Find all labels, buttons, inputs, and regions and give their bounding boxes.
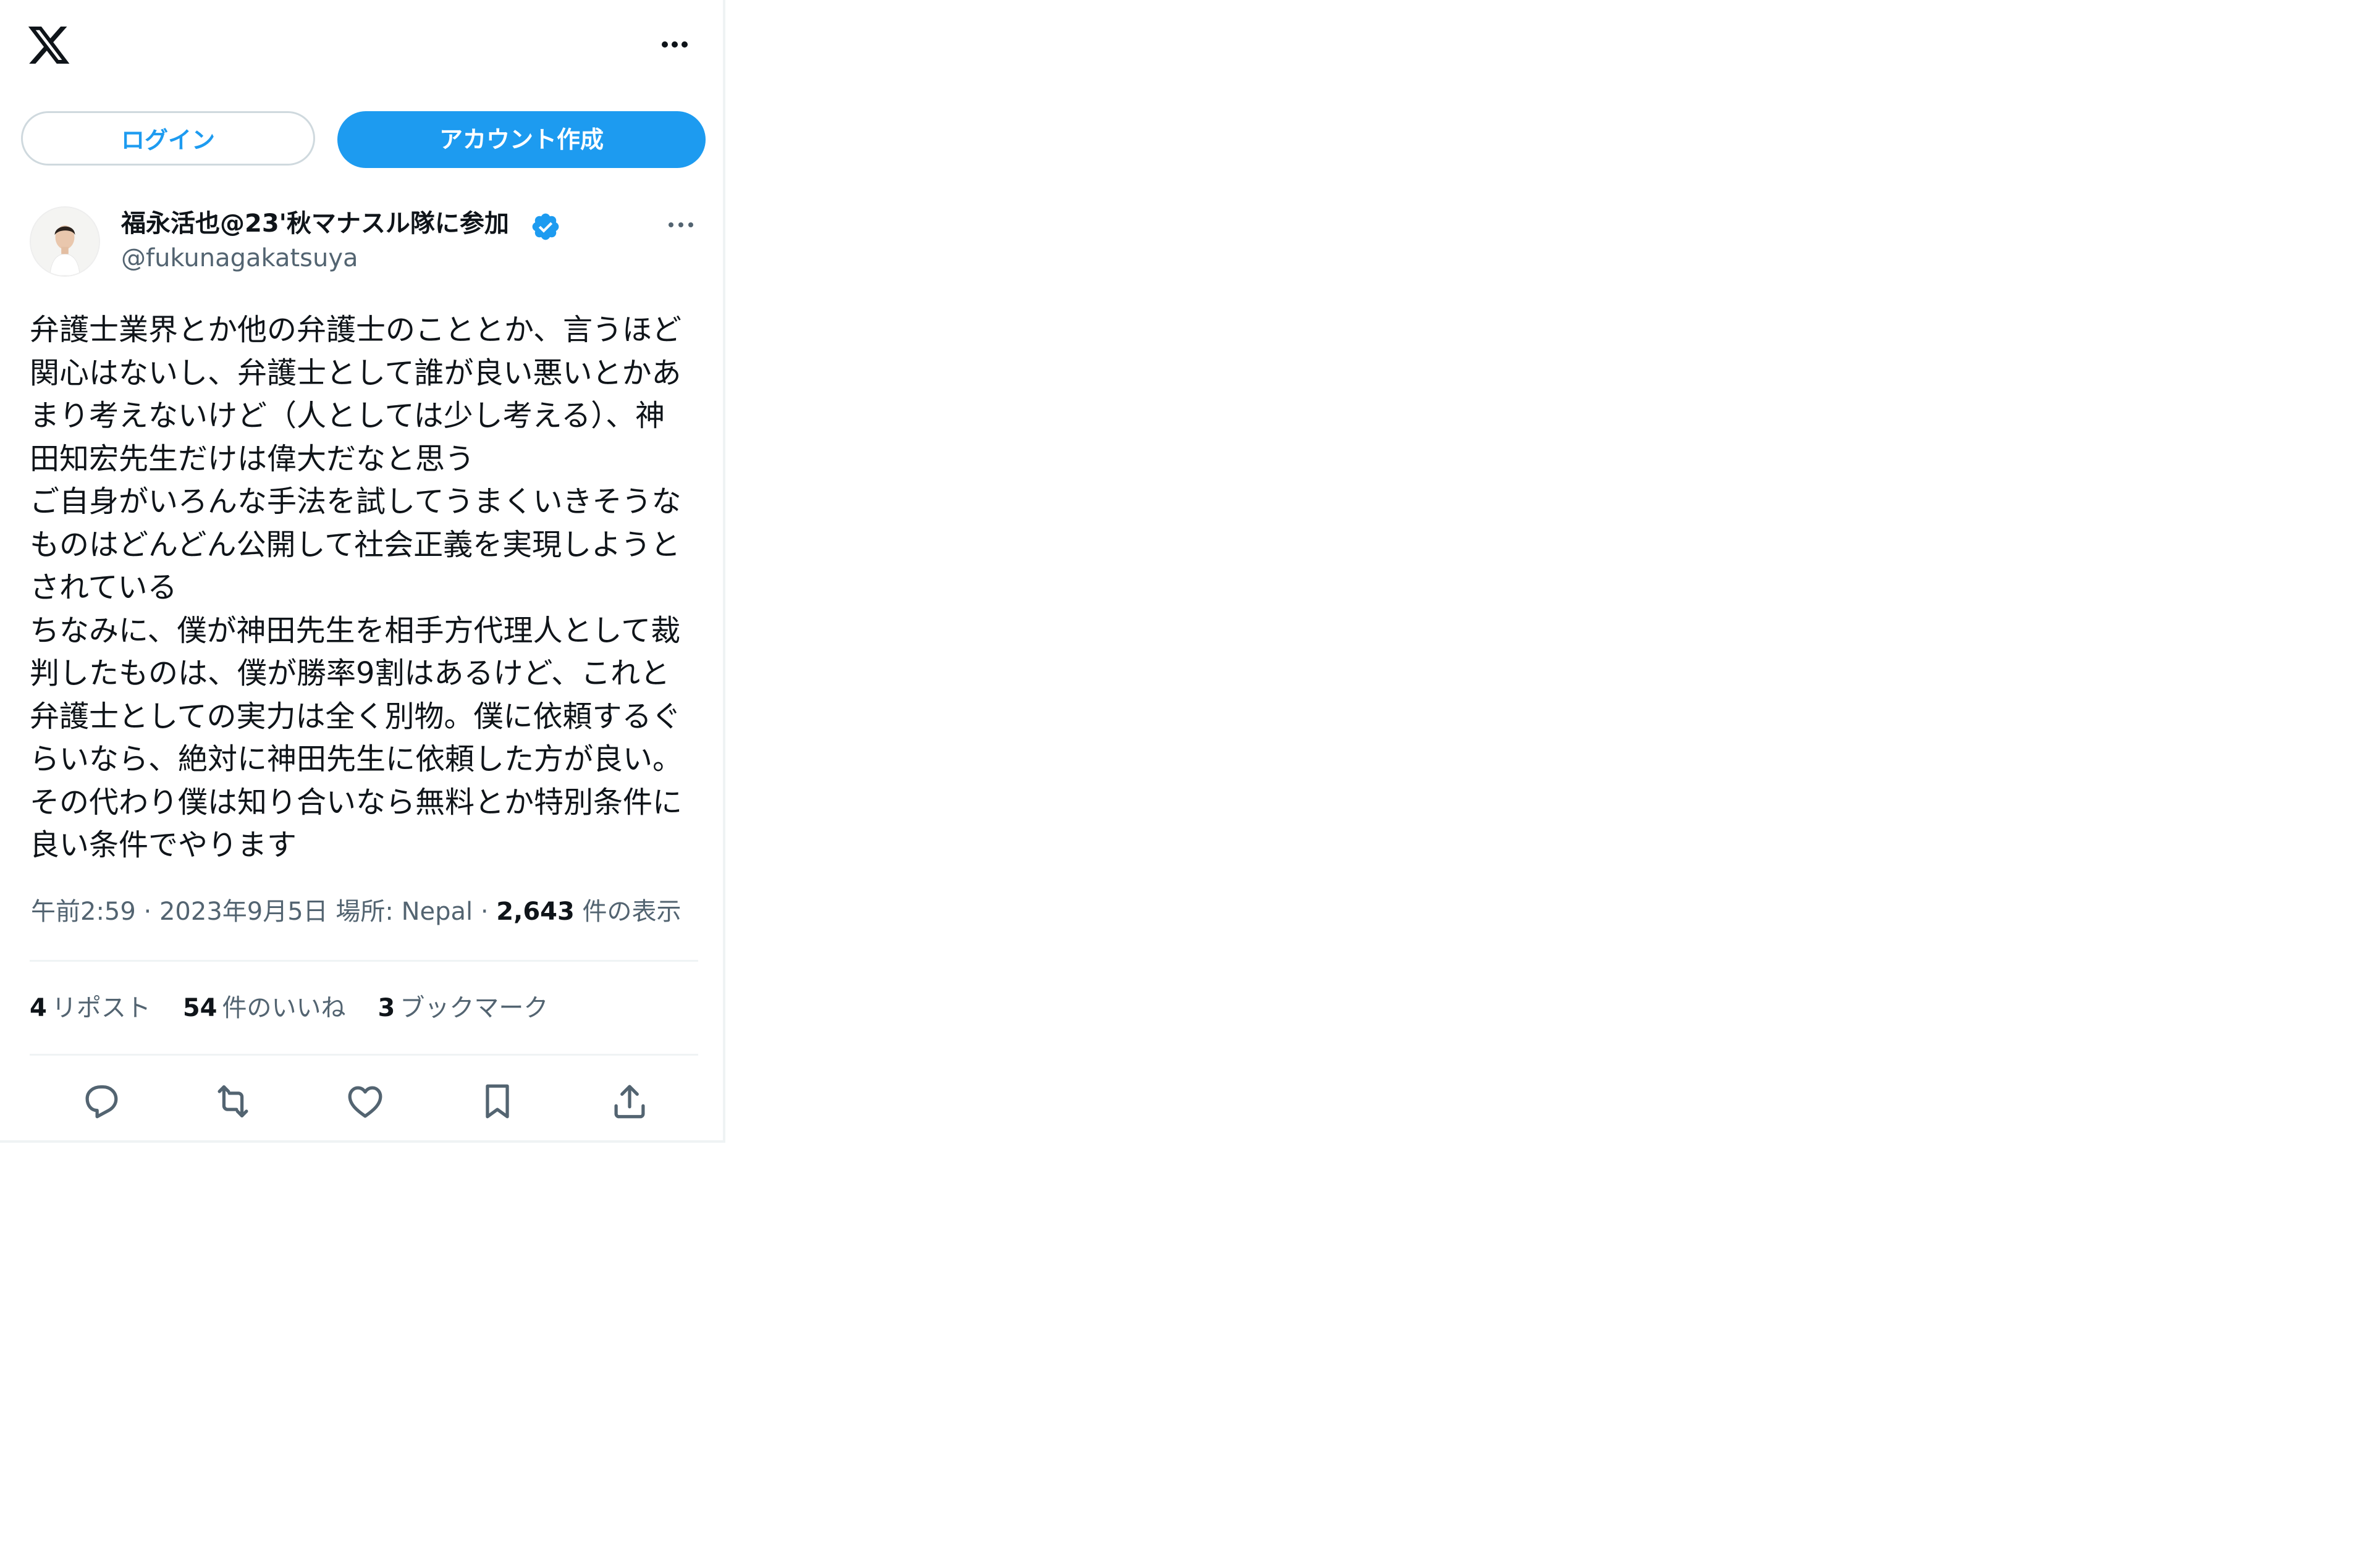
meta-separator: · xyxy=(135,898,159,926)
tweet-text-line: 田知宏先生だけは偉大だなと思う xyxy=(30,441,475,476)
bookmarks-stat[interactable]: 3 ブックマーク xyxy=(378,991,549,1025)
login-button[interactable]: ログイン xyxy=(21,111,315,166)
tweet-date[interactable]: 2023年9月5日 xyxy=(159,898,328,926)
likes-count: 54 xyxy=(182,994,217,1022)
share-icon[interactable] xyxy=(608,1080,651,1123)
likes-stat[interactable]: 54 件のいいね xyxy=(183,991,346,1025)
tweet-text-line: まり考えないけど（人としては少し考える）、神 xyxy=(30,398,665,433)
bookmarks-count: 3 xyxy=(378,994,395,1022)
reposts-count: 4 xyxy=(30,994,47,1022)
tweet-text-line: ものはどんどん公開して社会正義を実現しようと xyxy=(30,527,681,562)
views-count: 2,643 xyxy=(496,898,575,926)
tweet-meta: 午前2:59 · 2023年9月5日 場所: Nepal · 2,643 件の表… xyxy=(31,894,682,929)
reply-icon[interactable] xyxy=(79,1080,122,1123)
tweet-text-line: されている xyxy=(30,570,177,605)
tweet-time[interactable]: 午前2:59 xyxy=(31,898,136,926)
tweet-text-line: らいなら、絶対に神田先生に依頼した方が良い。 xyxy=(30,742,683,776)
tweet-text-line: その代わり僕は知り合いなら無料とか特別条件に xyxy=(30,784,683,820)
meta-separator: · xyxy=(473,898,497,926)
author-handle[interactable]: @fukunagakatsuya xyxy=(121,242,358,274)
tweet-text-line: 判したものは、僕が勝率9割はあるけど、これと xyxy=(30,656,670,691)
reposts-label: リポスト xyxy=(51,994,151,1022)
bookmark-icon[interactable] xyxy=(476,1080,519,1123)
tweet-location: 場所: Nepal xyxy=(327,898,473,926)
divider xyxy=(30,960,698,962)
tweet-text-line: 関心はないし、弁護士として誰が良い悪いとかあ xyxy=(30,355,682,390)
verified-badge-icon xyxy=(530,211,561,242)
views-label: 件の表示 xyxy=(574,898,682,926)
author-display-name[interactable]: 福永活也@23'秋マナスル隊に参加 xyxy=(121,208,509,240)
page: ログイン アカウント作成 福永活也@23'秋マナスル隊に参加 @fukunaga… xyxy=(0,0,2380,1564)
tweet-text-line: ご自身がいろんな手法を試してうまくいきそうな xyxy=(30,484,682,519)
heart-icon[interactable] xyxy=(344,1080,387,1123)
tweet-more-icon[interactable] xyxy=(662,214,699,236)
tweet-text-line: 弁護士業界とか他の弁護士のこととか、言うほど xyxy=(30,313,682,347)
tweet-text-line: 良い条件でやります xyxy=(30,828,297,862)
avatar[interactable] xyxy=(30,206,100,277)
tweet-text: 弁護士業界とか他の弁護士のこととか、言うほど 関心はないし、弁護士として誰が良い… xyxy=(30,309,703,867)
create-account-button[interactable]: アカウント作成 xyxy=(337,111,706,168)
bookmarks-label: ブックマーク xyxy=(400,994,549,1022)
tweet-panel: ログイン アカウント作成 福永活也@23'秋マナスル隊に参加 @fukunaga… xyxy=(0,0,725,1143)
likes-label: 件のいいね xyxy=(222,994,346,1022)
reposts-stat[interactable]: 4 リポスト xyxy=(30,991,151,1025)
tweet-stats: 4 リポスト 54 件のいいね 3 ブックマーク xyxy=(30,991,580,1025)
divider xyxy=(30,1054,698,1056)
x-logo-icon[interactable] xyxy=(26,22,72,68)
tweet-text-line: 弁護士としての実力は全く別物。僕に依頼するぐ xyxy=(30,699,682,734)
more-options-icon[interactable] xyxy=(650,27,699,62)
tweet-text-line: ちなみに、僕が神田先生を相手方代理人として裁 xyxy=(30,613,681,648)
repost-icon[interactable] xyxy=(211,1080,255,1123)
tweet-actions xyxy=(0,1080,723,1123)
